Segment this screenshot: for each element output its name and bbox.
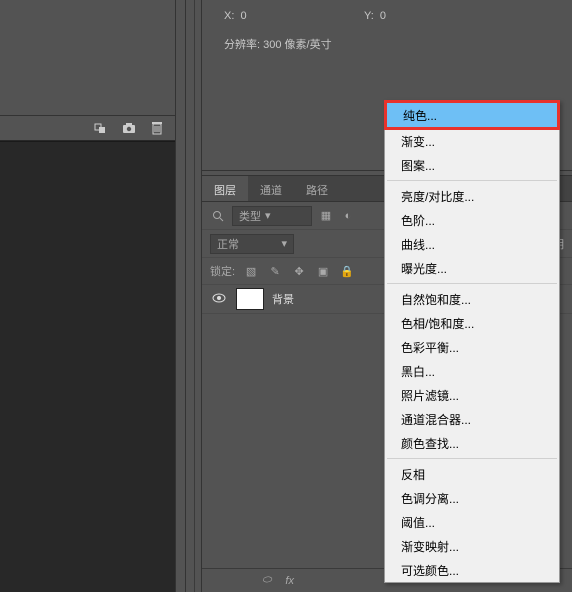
resolution-text: 分辨率: 300 像素/英寸 <box>224 36 332 52</box>
menu-solid-color[interactable]: 纯色... <box>384 100 560 130</box>
filter-adjust-icon[interactable]: ◐ <box>340 208 356 224</box>
y-label: Y: <box>364 10 374 22</box>
x-label: X: <box>224 10 234 22</box>
fill-adjustment-menu: 纯色... 渐变... 图案... 亮度/对比度... 色阶... 曲线... … <box>384 100 560 583</box>
tab-layers[interactable]: 图层 <box>202 176 248 201</box>
filter-kind-dropdown[interactable]: 类型 ▾ <box>232 206 312 226</box>
menu-color-lookup[interactable]: 颜色查找... <box>385 431 559 455</box>
tab-paths[interactable]: 路径 <box>294 176 340 201</box>
menu-channel-mixer[interactable]: 通道混合器... <box>385 407 559 431</box>
left-panel <box>0 0 186 592</box>
menu-bw[interactable]: 黑白... <box>385 359 559 383</box>
menu-hue[interactable]: 色相/饱和度... <box>385 311 559 335</box>
menu-brightness[interactable]: 亮度/对比度... <box>385 184 559 208</box>
chevron-down-icon: ▾ <box>281 237 287 250</box>
camera-icon[interactable] <box>121 120 137 136</box>
menu-separator <box>387 458 557 459</box>
chevron-down-icon: ▾ <box>265 209 271 222</box>
vertical-divider <box>175 0 186 592</box>
doc-toolbar <box>0 115 175 141</box>
layer-name[interactable]: 背景 <box>272 291 294 307</box>
lock-paint-icon[interactable]: ✎ <box>267 263 283 279</box>
menu-photo-filter[interactable]: 照片滤镜... <box>385 383 559 407</box>
panel-border <box>194 0 202 592</box>
blend-mode-value: 正常 <box>217 236 239 252</box>
y-value: 0 <box>380 10 386 22</box>
menu-gradient-map[interactable]: 渐变映射... <box>385 534 559 558</box>
x-value: 0 <box>241 10 247 22</box>
menu-invert[interactable]: 反相 <box>385 462 559 486</box>
canvas-area[interactable] <box>0 141 175 592</box>
menu-exposure[interactable]: 曝光度... <box>385 256 559 280</box>
menu-levels[interactable]: 色阶... <box>385 208 559 232</box>
menu-pattern[interactable]: 图案... <box>385 153 559 177</box>
visibility-icon[interactable] <box>210 292 228 306</box>
menu-gradient[interactable]: 渐变... <box>385 129 559 153</box>
arrange-icon[interactable] <box>93 120 109 136</box>
menu-separator <box>387 180 557 181</box>
menu-threshold[interactable]: 阈值... <box>385 510 559 534</box>
lock-artboard-icon[interactable]: ▣ <box>315 263 331 279</box>
filter-image-icon[interactable]: ▦ <box>318 208 334 224</box>
menu-selective[interactable]: 可选颜色... <box>385 558 559 582</box>
blend-mode-dropdown[interactable]: 正常 ▾ <box>210 234 294 254</box>
menu-curves[interactable]: 曲线... <box>385 232 559 256</box>
fx-icon[interactable]: fx <box>285 575 294 587</box>
lock-label: 锁定: <box>210 263 235 279</box>
lock-all-icon[interactable]: 🔒 <box>339 263 355 279</box>
tab-channels[interactable]: 通道 <box>248 176 294 201</box>
trash-icon[interactable] <box>149 120 165 136</box>
menu-color-balance[interactable]: 色彩平衡... <box>385 335 559 359</box>
filter-kind-label: 类型 <box>239 208 261 224</box>
menu-posterize[interactable]: 色调分离... <box>385 486 559 510</box>
link-icon[interactable]: ⬭ <box>262 574 271 587</box>
layer-thumbnail[interactable] <box>236 288 264 310</box>
search-icon[interactable] <box>210 208 226 224</box>
menu-vibrance[interactable]: 自然饱和度... <box>385 287 559 311</box>
lock-transparency-icon[interactable]: ▧ <box>243 263 259 279</box>
menu-separator <box>387 283 557 284</box>
lock-move-icon[interactable]: ✥ <box>291 263 307 279</box>
